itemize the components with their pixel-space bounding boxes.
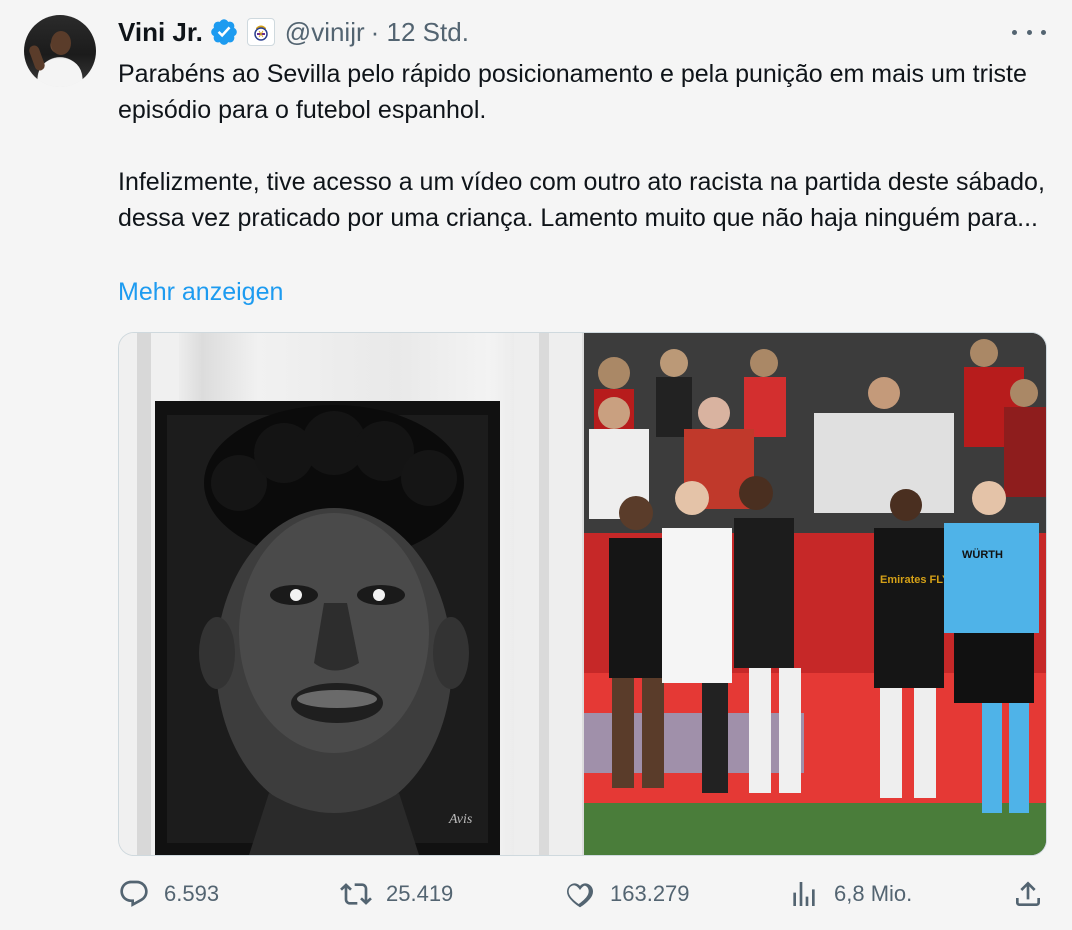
media-grid[interactable]: Avis Emirates FLY BETTER WÜRTH xyxy=(118,332,1047,856)
heart-icon xyxy=(567,883,593,908)
tweet-text: Parabéns ao Sevilla pelo rápido posicion… xyxy=(118,56,1058,236)
tweet-paragraph-2: Infelizmente, tive acesso a um vídeo com… xyxy=(118,168,1045,232)
views-count: 6,8 Mio. xyxy=(834,881,913,906)
share-button[interactable] xyxy=(1012,870,1044,918)
views-icon xyxy=(793,882,815,906)
portrait-painting-image[interactable]: Avis xyxy=(119,333,582,855)
reply-count: 6.593 xyxy=(164,881,220,906)
share-icon xyxy=(1016,881,1040,906)
tweet-paragraph-1: Parabéns ao Sevilla pelo rápido posicion… xyxy=(118,60,1027,124)
avatar[interactable] xyxy=(24,15,96,87)
reply-icon xyxy=(120,880,148,907)
repost-button[interactable]: 25.419 xyxy=(340,870,453,918)
views-button[interactable]: 6,8 Mio. xyxy=(788,870,912,918)
tweet-timestamp[interactable]: · 12 Std. xyxy=(371,17,469,48)
tweet-header: Vini Jr. @vinijr · 12 Std. xyxy=(118,14,469,50)
like-button[interactable]: 163.279 xyxy=(564,870,690,918)
like-count: 163.279 xyxy=(610,881,690,906)
verified-badge-icon[interactable] xyxy=(209,17,239,47)
tweet[interactable]: Vini Jr. @vinijr · 12 Std. Parabéns ao S… xyxy=(0,0,1072,930)
referee-badge: WÜRTH xyxy=(962,548,1003,561)
show-more-link[interactable]: Mehr anzeigen xyxy=(118,274,283,310)
author-name[interactable]: Vini Jr. xyxy=(118,17,203,48)
reply-button[interactable]: 6.593 xyxy=(118,870,219,918)
real-madrid-crest-icon[interactable] xyxy=(246,18,275,46)
match-photo-image[interactable]: Emirates FLY BETTER WÜRTH xyxy=(584,333,1046,855)
repost-icon xyxy=(340,883,372,905)
tweet-actions: 6.593 25.419 163.279 6,8 Mio. xyxy=(118,870,1048,918)
painting-signature: Avis xyxy=(448,812,473,827)
more-dots-icon[interactable] xyxy=(1012,22,1046,42)
author-handle[interactable]: @vinijr xyxy=(285,17,365,48)
repost-count: 25.419 xyxy=(386,881,454,906)
